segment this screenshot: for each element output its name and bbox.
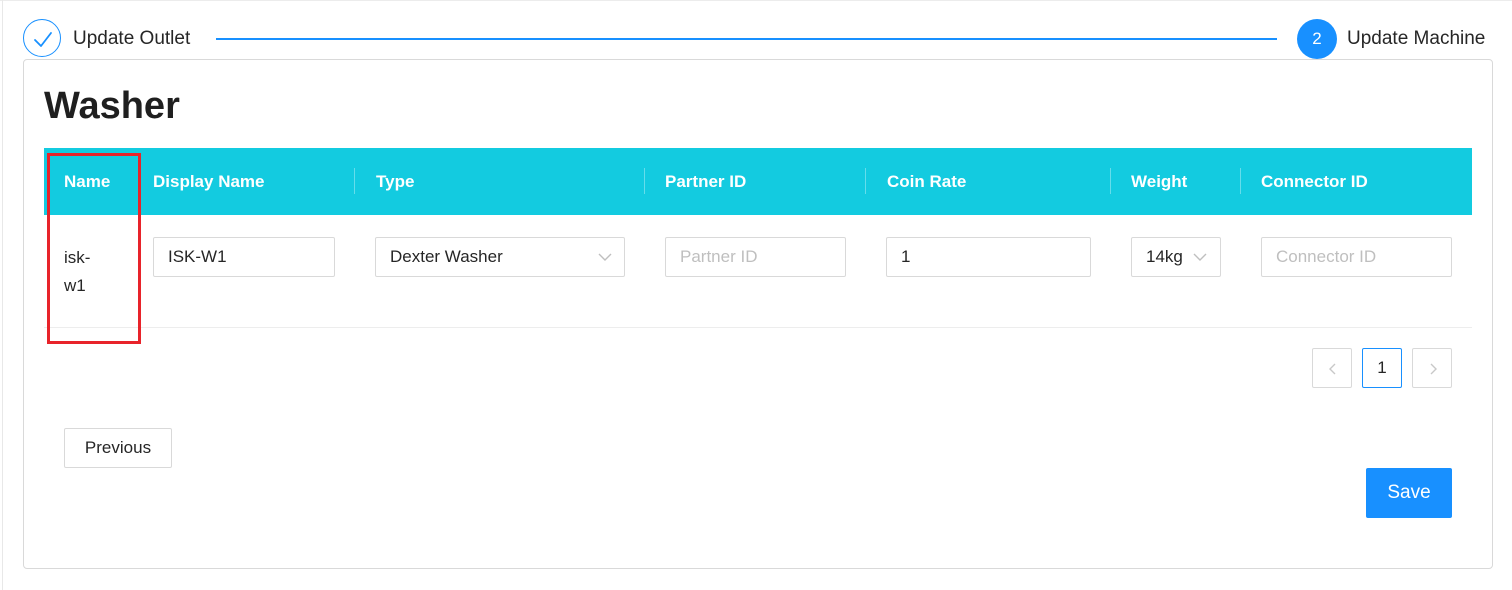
pagination-next-button[interactable] xyxy=(1412,348,1452,388)
partner-id-input[interactable] xyxy=(665,237,846,277)
display-name-input[interactable] xyxy=(153,237,335,277)
type-select[interactable]: Dexter Washer xyxy=(375,237,625,277)
step-update-machine-title: Update Machine xyxy=(1347,28,1486,49)
section-title: Washer xyxy=(44,85,180,127)
pagination-page-1[interactable]: 1 xyxy=(1362,348,1402,388)
chevron-down-icon xyxy=(598,253,612,261)
type-select-value: Dexter Washer xyxy=(390,247,503,266)
check-icon xyxy=(34,32,52,47)
column-header-display-name: Display Name xyxy=(153,172,265,191)
column-header-weight: Weight xyxy=(1131,172,1188,191)
connector-id-input[interactable] xyxy=(1261,237,1452,277)
machine-card xyxy=(23,59,1493,569)
page-left-border xyxy=(2,0,3,590)
step-connector-line xyxy=(216,38,1277,40)
row-divider xyxy=(44,327,1472,328)
chevron-down-icon xyxy=(1193,253,1207,261)
column-header-connector-id: Connector ID xyxy=(1261,172,1368,191)
step-2-number-badge: 2 xyxy=(1297,19,1337,59)
weight-select[interactable]: 14kg xyxy=(1131,237,1221,277)
chevron-left-icon xyxy=(1329,363,1336,375)
table-header: Name Display Name Type Partner ID Coin R… xyxy=(44,148,1472,215)
name-column-highlight-box xyxy=(47,153,141,344)
column-separator xyxy=(865,168,866,194)
pagination-prev-button[interactable] xyxy=(1312,348,1352,388)
weight-select-value: 14kg xyxy=(1146,247,1183,266)
column-separator xyxy=(644,168,645,194)
coin-rate-input[interactable] xyxy=(886,237,1091,277)
column-separator xyxy=(354,168,355,194)
steps-bar: Update Outlet 2 Update Machine xyxy=(0,0,1512,60)
step-update-outlet-title[interactable]: Update Outlet xyxy=(73,28,190,50)
save-button[interactable]: Save xyxy=(1366,468,1452,518)
column-separator xyxy=(1110,168,1111,194)
column-header-partner-id: Partner ID xyxy=(665,172,747,191)
column-header-type: Type xyxy=(376,172,415,191)
column-separator xyxy=(1240,168,1241,194)
previous-button[interactable]: Previous xyxy=(64,428,172,468)
chevron-right-icon xyxy=(1430,363,1437,375)
column-header-coin-rate: Coin Rate xyxy=(887,172,967,191)
step-done-check-icon xyxy=(23,19,61,57)
